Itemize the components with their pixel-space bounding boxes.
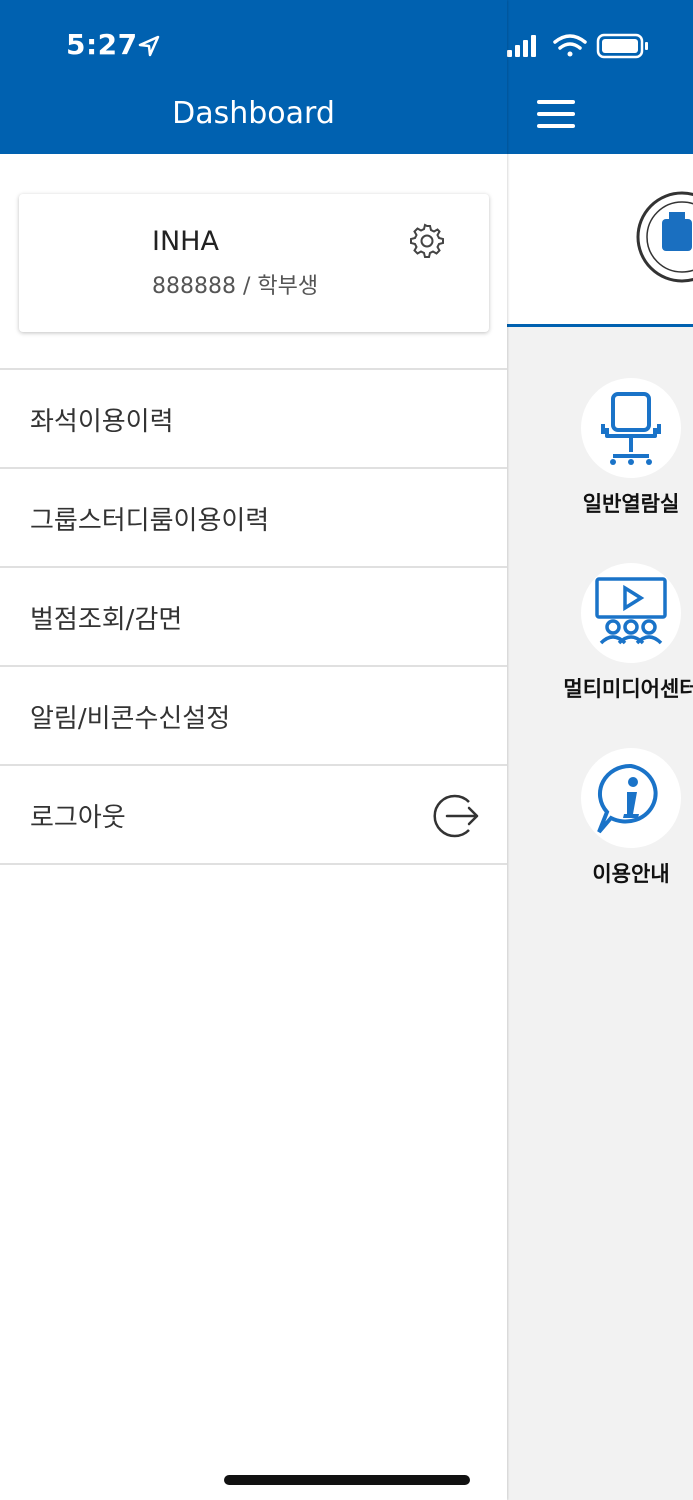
menu-item-penalty[interactable]: 벌점조회/감면 bbox=[0, 566, 507, 665]
logout-icon[interactable] bbox=[431, 790, 483, 842]
drawer-menu: 좌석이용이력 그룹스터디룸이용이력 벌점조회/감면 알림/비콘수신설정 로그아웃 bbox=[0, 368, 507, 865]
info-icon bbox=[597, 763, 658, 834]
menu-item-label: 알림/비콘수신설정 bbox=[30, 704, 231, 734]
menu-item-label: 벌점조회/감면 bbox=[30, 605, 183, 635]
tile-label: 멀티미디어센터 bbox=[563, 677, 693, 701]
avatar bbox=[67, 224, 143, 300]
gear-icon[interactable] bbox=[408, 222, 446, 260]
multimedia-icon bbox=[595, 577, 667, 645]
navigation-drawer: 5:27 Dashboard INHA 888888 / 학부생 좌석이용이력 … bbox=[0, 0, 507, 1500]
user-name: INHA bbox=[152, 226, 219, 257]
logo-banner bbox=[507, 154, 693, 327]
tile-label: 이용안내 bbox=[592, 862, 670, 886]
battery-icon bbox=[596, 33, 648, 59]
university-seal-icon bbox=[636, 191, 693, 283]
page-title: Dashboard bbox=[172, 96, 335, 131]
wifi-icon bbox=[553, 34, 587, 57]
menu-hamburger-icon[interactable] bbox=[537, 100, 575, 128]
menu-item-label: 좌석이용이력 bbox=[30, 407, 174, 437]
signal-icon bbox=[507, 35, 536, 57]
drawer-header: 5:27 Dashboard bbox=[0, 0, 507, 154]
home-indicator bbox=[224, 1475, 470, 1485]
tile-icon-circle bbox=[581, 748, 681, 848]
menu-item-label: 그룹스터디룸이용이력 bbox=[30, 506, 270, 536]
menu-item-label: 로그아웃 bbox=[30, 803, 126, 833]
menu-item-seat-history[interactable]: 좌석이용이력 bbox=[0, 368, 507, 467]
location-arrow-icon bbox=[138, 35, 160, 57]
tile-general-reading-room[interactable]: 일반열람실 bbox=[507, 378, 693, 518]
status-bar-right bbox=[505, 30, 665, 64]
status-time: 5:27 bbox=[66, 28, 138, 61]
profile-card: INHA 888888 / 학부생 bbox=[19, 194, 489, 332]
user-id-type: 888888 / 학부생 bbox=[152, 274, 319, 299]
tile-usage-guide[interactable]: 이용안내 bbox=[507, 748, 693, 888]
menu-item-logout[interactable]: 로그아웃 bbox=[0, 764, 507, 865]
chair-icon bbox=[601, 392, 661, 465]
menu-item-group-study-history[interactable]: 그룹스터디룸이용이력 bbox=[0, 467, 507, 566]
tile-icon-circle bbox=[581, 563, 681, 663]
menu-item-notification-settings[interactable]: 알림/비콘수신설정 bbox=[0, 665, 507, 764]
tile-label: 일반열람실 bbox=[582, 492, 680, 516]
tile-icon-circle bbox=[581, 378, 681, 478]
tile-multimedia-center[interactable]: 멀티미디어센터 bbox=[507, 563, 693, 703]
